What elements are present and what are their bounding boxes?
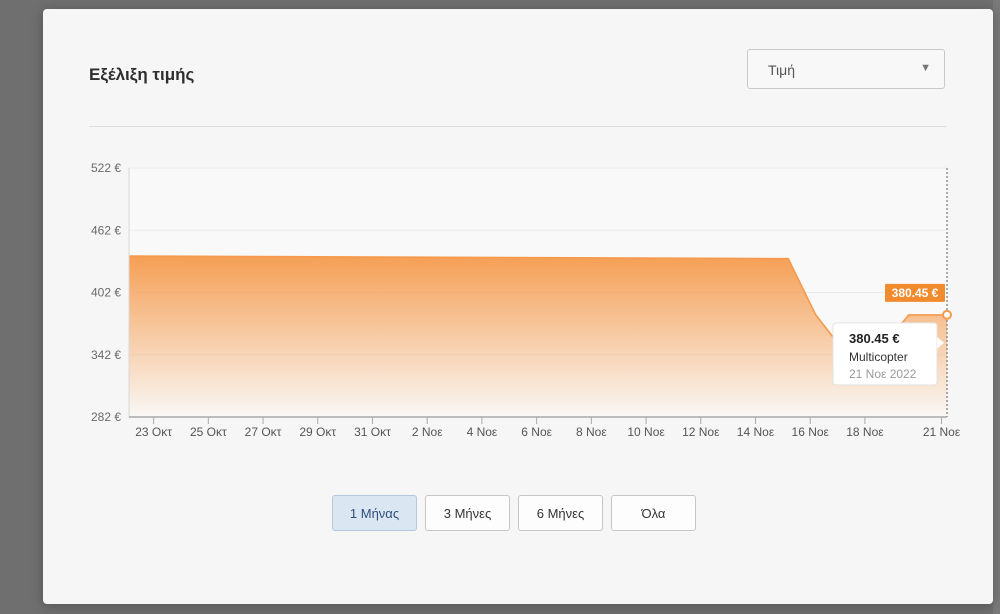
x-tick-label: 10 Νοε: [627, 425, 665, 439]
y-tick-label: 282 €: [91, 410, 121, 424]
current-price-badge-label: 380.45 €: [892, 286, 939, 300]
x-tick-label: 14 Νοε: [737, 425, 775, 439]
y-tick-label: 402 €: [91, 286, 121, 300]
x-tick-label: 8 Νοε: [576, 425, 607, 439]
x-tick-label: 6 Νοε: [521, 425, 552, 439]
tooltip-date: 21 Νοε 2022: [849, 367, 917, 381]
x-tick-label: 31 Οκτ: [354, 425, 391, 439]
x-tick-label: 16 Νοε: [792, 425, 830, 439]
tooltip-price: 380.45 €: [849, 331, 900, 346]
range-button-1-month[interactable]: 1 Μήνας: [332, 495, 417, 531]
x-tick-label: 27 Οκτ: [245, 425, 282, 439]
price-chart[interactable]: 282 € 342 € 402 € 462 € 522 € 23 Οκτ 25 Οκτ 27 …: [43, 9, 993, 489]
y-tick-label: 342 €: [91, 348, 121, 362]
x-tick-label: 4 Νοε: [467, 425, 498, 439]
x-tick-label: 25 Οκτ: [190, 425, 227, 439]
x-tick-label: 29 Οκτ: [299, 425, 336, 439]
x-tick-label: 23 Οκτ: [135, 425, 172, 439]
x-tick-label: 21 Νοε: [923, 425, 961, 439]
y-tick-label: 522 €: [91, 161, 121, 175]
y-tick-label: 462 €: [91, 223, 121, 237]
range-button-6-months[interactable]: 6 Μήνες: [518, 495, 603, 531]
x-tick-label: 12 Νοε: [682, 425, 720, 439]
tooltip-store: Multicopter: [849, 350, 908, 364]
hover-point: [942, 309, 952, 320]
page-backdrop: [993, 0, 1000, 614]
range-button-3-months[interactable]: 3 Μήνες: [425, 495, 510, 531]
x-tick-label: 18 Νοε: [846, 425, 884, 439]
range-button-all[interactable]: Όλα: [611, 495, 696, 531]
x-tick-label: 2 Νοε: [412, 425, 443, 439]
